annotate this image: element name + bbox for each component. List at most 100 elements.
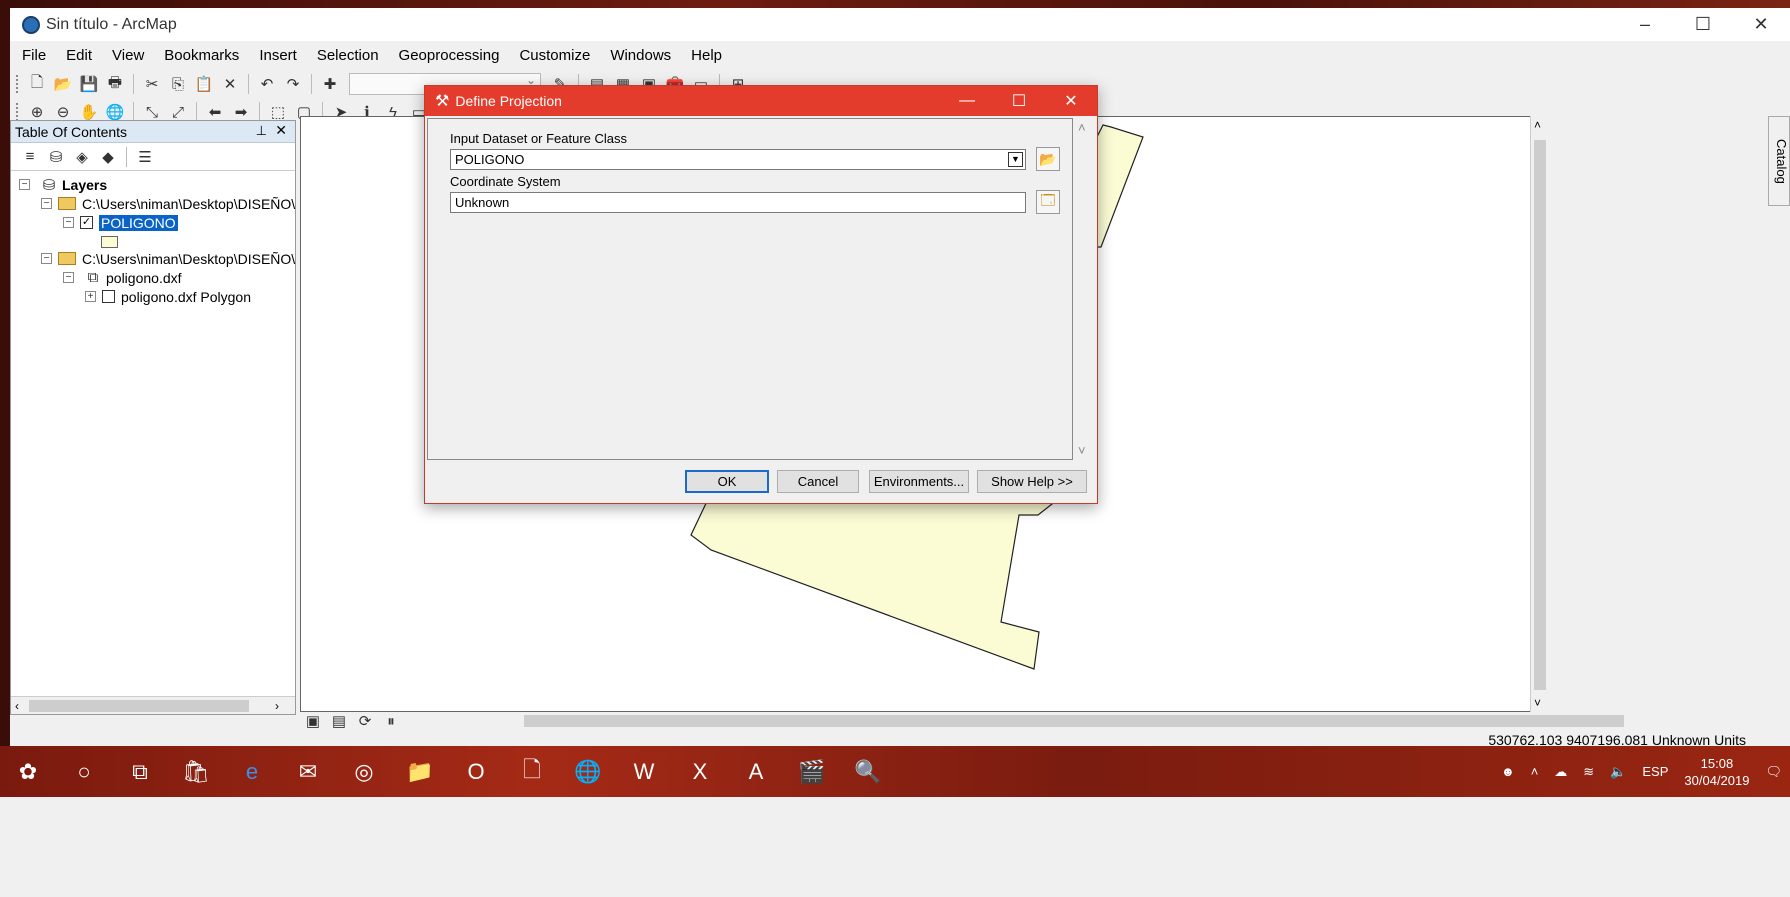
paste-icon[interactable]: 📋 [193,73,215,95]
dialog-scrollbar[interactable]: ˄ ˅ [1075,120,1093,458]
word-icon[interactable]: W [626,754,662,790]
menu-selection[interactable]: Selection [317,47,379,64]
dialog-minimize-button[interactable]: — [941,86,993,116]
save-icon[interactable]: 💾 [78,73,100,95]
collapse-icon[interactable]: − [63,217,74,228]
options-icon[interactable]: ☰ [134,146,156,168]
spatial-reference-properties-button[interactable]: 🗔 [1036,190,1060,214]
catalog-tab[interactable]: Catalog [1768,116,1790,206]
redo-icon[interactable]: ↷ [282,73,304,95]
task-view-icon[interactable]: ⧉ [122,754,158,790]
print-icon[interactable]: 🖶 [104,73,126,95]
menu-bookmarks[interactable]: Bookmarks [164,47,239,64]
list-by-source-icon[interactable]: ⛁ [45,146,67,168]
dialog-title: Define Projection [455,93,562,109]
pin-icon[interactable]: ⊥ [256,123,267,139]
file-explorer-icon[interactable]: 📁 [402,754,438,790]
coordinate-system-field[interactable]: Unknown [450,192,1026,213]
mail-icon[interactable]: ✉ [290,754,326,790]
visibility-checkbox[interactable] [102,290,115,303]
scroll-down-icon[interactable]: ˅ [1534,696,1541,710]
input-dataset-field[interactable]: POLIGONO ▼ [450,149,1026,170]
folder-node-1[interactable]: − C:\Users\niman\Desktop\DISEÑO\ [41,194,295,213]
scroll-down-icon[interactable]: ˅ [1078,443,1086,458]
toc-close-icon[interactable]: ✕ [275,122,287,139]
close-button[interactable]: ✕ [1732,8,1790,41]
polygon-symbol-swatch[interactable] [101,235,118,248]
toc-horizontal-scrollbar[interactable]: ‹ › [11,696,295,714]
folder-node-2[interactable]: − C:\Users\niman\Desktop\DISEÑO\ [41,249,295,268]
environments-button[interactable]: Environments... [869,470,969,493]
wifi-icon[interactable]: ≋ [1583,764,1594,780]
clock[interactable]: 15:08 30/04/2019 [1676,755,1757,789]
collapse-icon[interactable]: − [63,272,74,283]
scroll-right-icon[interactable]: › [275,699,279,713]
menu-insert[interactable]: Insert [259,47,297,64]
empty-area [0,797,1790,897]
menu-help[interactable]: Help [691,47,722,64]
copy-icon[interactable]: ⎘ [167,73,189,95]
menu-edit[interactable]: Edit [66,47,92,64]
undo-icon[interactable]: ↶ [256,73,278,95]
arcmap-taskbar-icon[interactable]: 🔍 [850,754,886,790]
language-indicator[interactable]: ESP [1642,764,1668,779]
folder-path-2: C:\Users\niman\Desktop\DISEÑO\ [82,250,296,267]
app-icon[interactable]: ◎ [346,754,382,790]
scroll-up-icon[interactable]: ˄ [1534,118,1541,132]
layer-poligono[interactable]: − ✓ POLIGONO [63,213,178,232]
maximize-button[interactable]: ☐ [1674,8,1732,41]
collapse-icon[interactable]: − [41,253,52,264]
list-by-visibility-icon[interactable]: ◈ [71,146,93,168]
add-data-icon[interactable]: ✚ [319,73,341,95]
edge-icon[interactable]: e [234,754,270,790]
cancel-button[interactable]: Cancel [777,470,859,493]
store-icon[interactable]: 🛍 [178,754,214,790]
cortana-icon[interactable]: ○ [66,754,102,790]
layers-node[interactable]: − ⛁ Layers [19,175,107,194]
expand-icon[interactable]: + [85,291,96,302]
document-icon[interactable]: 🗋 [514,754,550,790]
toc-toolbar: ≡ ⛁ ◈ ◆ ☰ [11,143,295,171]
menu-view[interactable]: View [112,47,144,64]
input-dataset-label: Input Dataset or Feature Class [450,131,628,146]
autocad-icon[interactable]: A [738,754,774,790]
cut-icon[interactable]: ✂ [141,73,163,95]
show-help-button[interactable]: Show Help >> [977,470,1087,493]
menu-customize[interactable]: Customize [519,47,590,64]
menu-windows[interactable]: Windows [610,47,671,64]
people-icon[interactable]: ☻ [1501,764,1515,779]
map-vertical-scrollbar[interactable]: ˄ ˅ [1530,116,1548,712]
onedrive-icon[interactable]: ☁ [1554,764,1567,780]
globe-icon[interactable]: 🌐 [570,754,606,790]
ok-button[interactable]: OK [685,470,769,493]
menu-file[interactable]: File [22,47,46,64]
collapse-icon[interactable]: − [41,198,52,209]
opera-icon[interactable]: O [458,754,494,790]
dropdown-arrow-icon[interactable]: ▼ [1008,152,1023,167]
list-by-selection-icon[interactable]: ◆ [97,146,119,168]
start-icon[interactable]: ✿ [10,754,46,790]
browse-dataset-button[interactable]: 📂 [1036,147,1060,171]
layer-name-poligono[interactable]: POLIGONO [99,214,178,231]
delete-icon[interactable]: ✕ [219,73,241,95]
notifications-icon[interactable]: 🗨 [1765,764,1782,780]
dxf-node[interactable]: − ⧉ poligono.dxf [63,268,182,287]
clock-time: 15:08 [1700,755,1734,771]
dialog-close-button[interactable]: ✕ [1045,86,1097,116]
scroll-up-icon[interactable]: ˄ [1078,120,1086,135]
open-icon[interactable]: 📂 [52,73,74,95]
volume-icon[interactable]: 🔈 [1610,764,1626,780]
dxf-polygon-node[interactable]: + poligono.dxf Polygon [85,287,251,306]
menu-geoprocessing[interactable]: Geoprocessing [399,47,500,64]
minimize-button[interactable]: – [1616,8,1674,41]
list-by-drawing-order-icon[interactable]: ≡ [19,146,41,168]
visibility-checkbox[interactable]: ✓ [80,216,93,229]
scroll-left-icon[interactable]: ‹ [15,699,19,713]
new-icon[interactable]: 🗋 [26,73,48,95]
tray-chevron-icon[interactable]: ˄ [1531,764,1539,779]
excel-icon[interactable]: X [682,754,718,790]
dialog-maximize-button[interactable]: ☐ [993,86,1045,116]
collapse-icon[interactable]: − [19,179,30,190]
video-icon[interactable]: 🎬 [794,754,830,790]
hammer-icon: ⚒ [435,93,450,110]
